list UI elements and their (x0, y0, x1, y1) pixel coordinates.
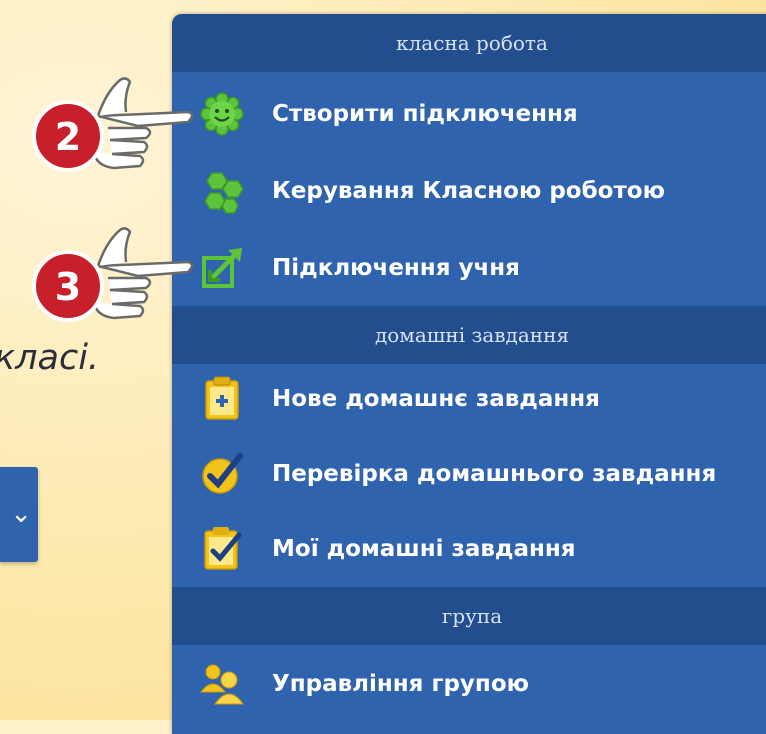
clipboard-plus-icon (196, 373, 248, 425)
menu-item-manage-class-work[interactable]: Керування Класною роботою (172, 155, 766, 227)
menu-item-new-homework[interactable]: Нове домашнє завдання (172, 363, 766, 435)
menu-label: Керування Класною роботою (272, 178, 665, 204)
menu-label: Нове домашнє завдання (272, 386, 600, 412)
pointing-hand-icon: 3 (32, 227, 194, 322)
classroom-menu-panel: класна робота Створити підключення Керув… (172, 14, 766, 734)
menu-label: Перевірка домашнього завдання (272, 461, 717, 487)
menu-label: Мої домашні завдання (272, 536, 576, 562)
menu-label: Створити підключення (272, 101, 578, 127)
partial-blue-button[interactable]: ⌄ (0, 467, 38, 562)
menu-item-student-connection[interactable]: Підключення учня (172, 232, 766, 304)
step-number: 2 (55, 115, 81, 159)
step-number: 3 (55, 265, 81, 309)
menu-label: Управління групою (272, 671, 529, 697)
lesson-text-fragment: класі. (0, 338, 100, 378)
section-header-group: група (172, 587, 766, 645)
step-marker-2: 2 (28, 72, 208, 182)
section-header-homework: домашні завдання (172, 306, 766, 364)
menu-item-my-homework[interactable]: Мої домашні завдання (172, 513, 766, 585)
menu-item-create-connection[interactable]: Створити підключення (172, 78, 766, 150)
group-people-icon (196, 658, 248, 710)
menu-label: Підключення учня (272, 255, 520, 281)
clipboard-check-icon (196, 523, 248, 575)
menu-item-manage-group[interactable]: Управління групою (172, 648, 766, 720)
menu-item-check-homework[interactable]: Перевірка домашнього завдання (172, 438, 766, 510)
section-header-class-work: класна робота (172, 14, 766, 72)
pointing-hand-icon: 2 (32, 77, 194, 172)
checkmark-circle-icon (196, 448, 248, 500)
step-marker-3: 3 (28, 222, 208, 332)
